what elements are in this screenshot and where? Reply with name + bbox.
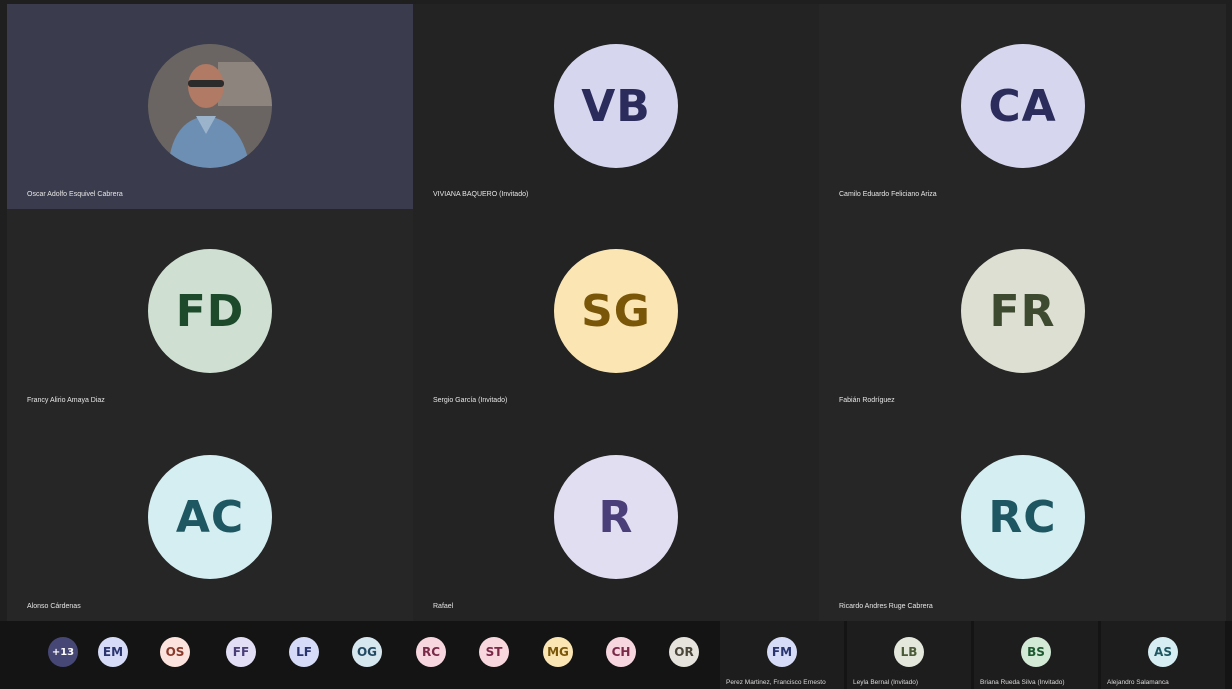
meeting-stage: Oscar Adolfo Esquivel Cabrera VB VIVIANA B… — [0, 0, 1232, 689]
overflow-participant-avatar[interactable]: ST — [479, 637, 509, 667]
participant-avatar: FD — [148, 249, 272, 373]
mini-participant-tile[interactable]: FM Perez Martinez, Francisco Ernesto — [720, 621, 844, 689]
overflow-participant-avatar[interactable]: EM — [98, 637, 128, 667]
mini-participant-name: Briana Rueda Silva (Invitado) — [980, 679, 1065, 686]
participant-tile[interactable]: FD Francy Alirio Amaya Diaz — [7, 209, 413, 415]
participant-name: Alonso Cárdenas — [27, 603, 81, 610]
overflow-participant-avatar[interactable]: OS — [160, 637, 190, 667]
participant-tile[interactable]: FR Fabián Rodríguez — [819, 209, 1226, 415]
participant-tile[interactable]: CA Camilo Eduardo Feliciano Ariza — [819, 4, 1226, 209]
participant-name: Oscar Adolfo Esquivel Cabrera — [27, 191, 123, 198]
overflow-participant-avatar[interactable]: CH — [606, 637, 636, 667]
participant-tile[interactable]: RC Ricardo Andres Ruge Cabrera — [819, 415, 1226, 621]
overflow-participant-avatar[interactable]: LF — [289, 637, 319, 667]
participant-video-icon — [148, 44, 272, 168]
mini-participant-tile[interactable]: AS Alejandro Salamanca — [1101, 621, 1225, 689]
participant-tile[interactable]: VB VIVIANA BAQUERO (Invitado) — [413, 4, 819, 209]
participant-avatar: SG — [554, 249, 678, 373]
avatar-initials: FR — [989, 285, 1056, 337]
avatar-initials: R — [598, 491, 634, 543]
participant-name: Francy Alirio Amaya Diaz — [27, 397, 105, 404]
avatar-initials: FD — [175, 285, 245, 337]
participant-tile[interactable]: R Rafael — [413, 415, 819, 621]
overflow-participant-avatar[interactable]: MG — [543, 637, 573, 667]
mini-participant-avatar: AS — [1148, 637, 1178, 667]
more-participants-button[interactable]: +13 — [48, 637, 78, 667]
mini-participant-avatar: LB — [894, 637, 924, 667]
mini-participant-avatar: BS — [1021, 637, 1051, 667]
avatar-initials: SG — [581, 285, 651, 337]
participant-tile[interactable]: SG Sergio García (Invitado) — [413, 209, 819, 415]
overflow-participants: +13 EM OS FF LF OG RC ST MG CH OR — [7, 621, 718, 689]
participant-video — [148, 44, 272, 168]
participant-avatar: RC — [960, 455, 1085, 579]
participant-name: VIVIANA BAQUERO (Invitado) — [433, 191, 529, 198]
video-grid: Oscar Adolfo Esquivel Cabrera VB VIVIANA B… — [7, 4, 1226, 621]
avatar-initials: RC — [988, 491, 1057, 543]
participant-avatar: FR — [960, 249, 1085, 373]
mini-participant-tile[interactable]: BS Briana Rueda Silva (Invitado) — [974, 621, 1098, 689]
participant-avatar: VB — [554, 44, 678, 168]
participant-tile[interactable]: AC Alonso Cárdenas — [7, 415, 413, 621]
mini-participant-name: Perez Martinez, Francisco Ernesto — [726, 679, 826, 686]
overflow-participant-avatar[interactable]: OG — [352, 637, 382, 667]
participant-name: Rafael — [433, 603, 454, 610]
participant-avatar: CA — [960, 44, 1085, 168]
overflow-participant-avatar[interactable]: FF — [226, 637, 256, 667]
participant-name: Sergio García (Invitado) — [433, 397, 508, 404]
mini-participant-name: Leyla Bernal (Invitado) — [853, 679, 919, 686]
mini-participant-tile[interactable]: LB Leyla Bernal (Invitado) — [847, 621, 971, 689]
avatar-initials: CA — [988, 80, 1057, 132]
mini-participant-avatar: FM — [767, 637, 797, 667]
overflow-participant-avatar[interactable]: RC — [416, 637, 446, 667]
participant-name: Camilo Eduardo Feliciano Ariza — [839, 191, 937, 198]
participant-tile[interactable]: Oscar Adolfo Esquivel Cabrera — [7, 4, 413, 209]
participant-name: Fabián Rodríguez — [839, 397, 895, 404]
avatar-initials: VB — [581, 80, 651, 132]
mini-participant-name: Alejandro Salamanca — [1107, 679, 1169, 686]
participant-avatar: R — [554, 455, 678, 579]
overflow-participant-avatar[interactable]: OR — [669, 637, 699, 667]
participant-avatar: AC — [148, 455, 272, 579]
avatar-initials: AC — [175, 491, 245, 543]
participant-name: Ricardo Andres Ruge Cabrera — [839, 603, 933, 610]
